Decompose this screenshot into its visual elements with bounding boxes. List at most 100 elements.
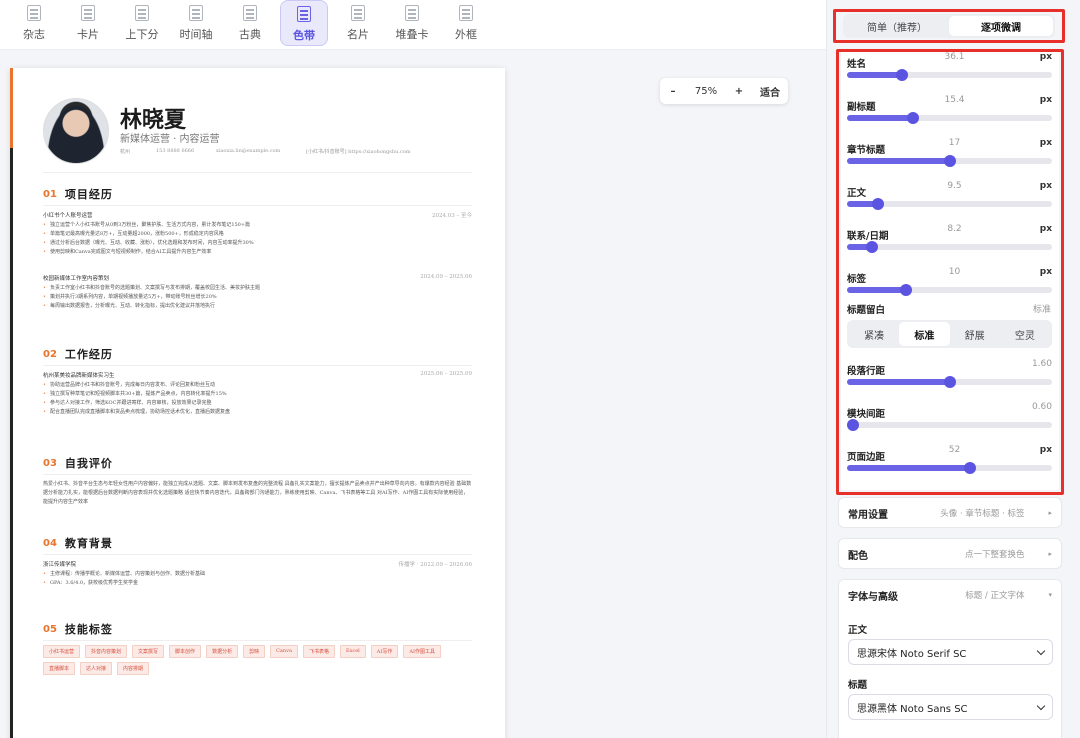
entry-header: 小红书个人账号运营 2024.03 – 至今 (43, 211, 472, 219)
bullet: 通过分析后台数据（曝光、互动、收藏、涨粉），优化选题和发布时间，内容互动率提升3… (43, 239, 472, 248)
card-subtitle: 标题 / 正文字体 (965, 591, 1025, 601)
body-font-label: 正文 (848, 625, 868, 636)
zoom-in-button[interactable]: + (726, 86, 752, 97)
section-number: 04 (43, 537, 57, 549)
slider-handle[interactable] (906, 112, 919, 124)
margin-option-compact[interactable]: 紧凑 (849, 322, 899, 346)
mode-fine-button[interactable]: 逐项微调 (949, 16, 1053, 36)
chevron-right-icon: ▸ (1048, 550, 1052, 558)
slider-handle[interactable] (865, 241, 878, 253)
slider-track[interactable] (847, 241, 1052, 253)
section-heading: 04 教育背景 (43, 535, 113, 551)
slider-handle[interactable] (964, 462, 976, 474)
entry-header: 杭州某美妆品牌新媒体实习生 2025.06 – 2025.09 (43, 371, 472, 379)
margin-option-standard[interactable]: 标准 (899, 322, 950, 346)
template-icon (189, 5, 203, 21)
slider-unit: px (1039, 181, 1052, 191)
slider-track[interactable] (847, 462, 1052, 474)
entry-header: 浙江传媒学院 传播学 · 2022.09 – 2026.06 (43, 560, 472, 568)
template-sedai[interactable]: 色带 (280, 0, 328, 46)
skill-tag: AI作图工具 (403, 645, 441, 658)
template-shangxiafen[interactable]: 上下分 (118, 0, 166, 46)
section-heading: 02 工作经历 (43, 346, 113, 362)
color-band-accent (10, 68, 13, 148)
entry-date: 2024.03 – 至今 (432, 213, 472, 219)
card-header[interactable]: 字体与高级 标题 / 正文字体 ▾ (848, 580, 1052, 610)
template-icon (405, 5, 419, 21)
slider-value: 8.2 (947, 224, 962, 234)
section-title: 自我评价 (64, 457, 113, 470)
entry-bullets: 主修课程：传播学概论、新媒体运营、内容策划与创作、数据分析基础 GPA：3.6/… (43, 570, 472, 588)
skill-tag: 文案撰写 (132, 645, 165, 658)
template-duidieka[interactable]: 堆叠卡 (388, 0, 436, 46)
color-card[interactable]: 配色 点一下整套换色 ▸ (838, 538, 1062, 569)
zoom-out-button[interactable]: – (660, 86, 686, 97)
common-settings-card[interactable]: 常用设置 头像 · 章节标题 · 标签 ▸ (838, 497, 1062, 528)
skill-tag: 达人对接 (80, 662, 113, 675)
slider-fill (847, 379, 950, 385)
title-font-select[interactable]: 思源黑体 Noto Sans SC (848, 694, 1053, 720)
margin-option-airy[interactable]: 空灵 (1000, 322, 1050, 346)
contact-email: xiaoxia.lin@example.com (216, 148, 281, 154)
entry-name: 小红书个人账号运营 (43, 213, 93, 219)
entry-bullets: 协助运营品牌小红书和抖音账号，完成每日内容发布、评论回复和粉丝互动 独立撰写种草… (43, 381, 472, 417)
slider-value: 10 (948, 267, 961, 277)
section-heading: 01 项目经历 (43, 186, 113, 202)
slider-handle[interactable] (871, 198, 884, 210)
template-zazhi[interactable]: 杂志 (10, 0, 58, 46)
template-kapian[interactable]: 卡片 (64, 0, 112, 46)
font-advanced-card: 字体与高级 标题 / 正文字体 ▾ 正文 思源宋体 Noto Serif SC … (838, 579, 1062, 738)
resume-contact: 杭州 153 8888 6666 xiaoxia.lin@example.com… (120, 148, 410, 155)
slider-fill (847, 158, 950, 164)
bullet: 策划并执行3期系列内容，单期视频播放量达5万+，带动账号粉丝增长20% (43, 293, 472, 302)
slider-handle[interactable] (943, 376, 956, 388)
entry-name: 浙江传媒学院 (43, 562, 77, 568)
slider-track[interactable] (847, 155, 1052, 167)
zoom-fit-button[interactable]: 适合 (752, 84, 788, 99)
slider-handle[interactable] (847, 419, 859, 431)
template-waikuang[interactable]: 外框 (442, 0, 490, 46)
section-number: 05 (43, 623, 57, 635)
slider-track[interactable] (847, 69, 1052, 81)
template-gudian[interactable]: 古典 (226, 0, 274, 46)
entry-bullets: 负责工作室小红书和抖音账号的选题策划、文案撰写与发布排期，覆盖校园生活、美妆护肤… (43, 284, 472, 311)
bullet: 主修课程：传播学概论、新媒体运营、内容策划与创作、数据分析基础 (43, 570, 472, 579)
bullet: 每周输出数据报告，分析曝光、互动、转化指标，提出优化建议并落地执行 (43, 302, 472, 311)
entry-name: 校园新媒体工作室内容策划 (43, 276, 110, 282)
slider-track[interactable] (847, 376, 1052, 388)
slider-track[interactable] (847, 198, 1052, 210)
template-icon (81, 5, 95, 21)
template-shijianzhou[interactable]: 时间轴 (172, 0, 220, 46)
card-title: 常用设置 (848, 509, 888, 521)
skill-tag: 脚本创作 (169, 645, 202, 658)
slider-value: 9.5 (947, 181, 962, 191)
slider-track[interactable] (847, 419, 1052, 431)
slider-track[interactable] (847, 284, 1052, 296)
template-icon (135, 5, 149, 21)
skill-tag: Canva (270, 645, 298, 658)
slider-handle[interactable] (943, 155, 956, 167)
avatar (43, 98, 109, 164)
resume-page: 林晓夏 新媒体运营 · 内容运营 杭州 153 8888 6666 xiaoxi… (10, 68, 505, 738)
template-label: 上下分 (125, 28, 159, 41)
margin-option-relaxed[interactable]: 舒展 (950, 322, 1000, 346)
skill-tag: AI写作 (370, 645, 399, 658)
mode-switch: 简单（推荐） 逐项微调 (843, 14, 1055, 38)
title-margin-value: 标准 (1032, 305, 1051, 315)
mode-simple-button[interactable]: 简单（推荐） (845, 16, 949, 36)
section-title: 技能标签 (64, 623, 113, 636)
slider-unit: px (1039, 267, 1052, 277)
bullet: 使用剪映和Canva完成图文与短视频制作，结合AI工具提升内容生产效率 (43, 248, 472, 257)
title-font-label: 标题 (848, 680, 868, 691)
divider (43, 474, 472, 475)
slider-value: 17 (948, 138, 961, 148)
slider-unit: px (1039, 224, 1052, 234)
bullet: 配合直播团队完成直播脚本和货品卖点梳理，协助场控话术优化，直播后数据复盘 (43, 408, 472, 417)
skill-tag: 数据分析 (206, 645, 239, 658)
template-label: 古典 (239, 28, 261, 41)
slider-fill (847, 72, 903, 78)
slider-track[interactable] (847, 112, 1052, 124)
template-mingpian[interactable]: 名片 (334, 0, 382, 46)
body-font-select[interactable]: 思源宋体 Noto Serif SC (848, 639, 1053, 665)
template-icon (243, 5, 257, 21)
